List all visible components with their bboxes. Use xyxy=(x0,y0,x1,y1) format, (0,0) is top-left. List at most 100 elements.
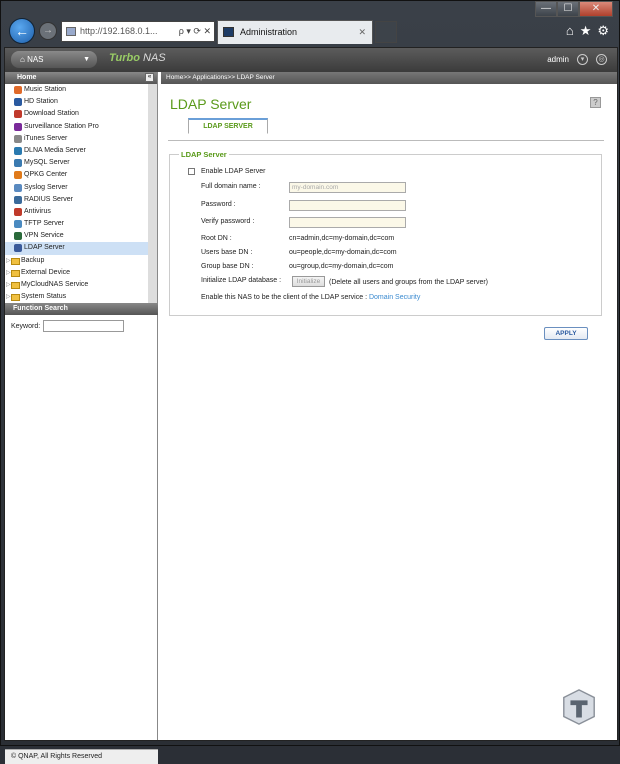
users-dn-label: Users base DN : xyxy=(201,249,253,256)
verify-password-input[interactable] xyxy=(289,217,406,228)
sidebar-item-itunes-server[interactable]: iTunes Server xyxy=(5,133,148,145)
sidebar-item-label: Music Station xyxy=(24,86,67,93)
main-panel: Home>> Applications>> LDAP Server LDAP S… xyxy=(161,72,617,740)
sidebar-item-label: DLNA Media Server xyxy=(24,146,86,154)
app-icon xyxy=(14,98,22,107)
tab-close-icon[interactable]: ✕ xyxy=(358,21,366,43)
forward-button[interactable]: → xyxy=(39,22,57,40)
breadcrumb: Home>> Applications>> LDAP Server xyxy=(161,72,617,84)
app-icon xyxy=(14,122,22,131)
sidebar-item-hd-station[interactable]: HD Station xyxy=(5,96,148,108)
sidebar-item-ldap-server[interactable]: LDAP Server xyxy=(5,242,148,255)
sidebar-item-label: VPN Service xyxy=(24,232,64,240)
sidebar-folder-mycloudnas-service[interactable]: ▷ MyCloudNAS Service xyxy=(5,279,148,291)
sidebar-item-vpn-service[interactable]: VPN Service xyxy=(5,230,148,242)
sidebar-item-antivirus[interactable]: Antivirus xyxy=(5,206,148,218)
browser-tab-administration[interactable]: Administration ✕ xyxy=(217,20,373,44)
sidebar-header: Home « xyxy=(5,72,157,84)
app-list: Music Station HD Station Download Station S… xyxy=(5,84,148,255)
folder-label: External Device xyxy=(21,268,71,276)
folder-list: ▷ Backup ▷ External Device ▷ MyCloudNAS Servi… xyxy=(5,255,148,303)
logo-nas: NAS xyxy=(143,52,166,64)
back-button[interactable]: ← xyxy=(9,18,35,44)
ldap-client-row: Enable this NAS to be the client of the … xyxy=(201,294,420,301)
sidebar-item-label: TFTP Server xyxy=(24,220,64,228)
tab-ldap-server[interactable]: LDAP SERVER xyxy=(188,118,268,134)
folder-label: System Status xyxy=(21,293,67,301)
sidebar-item-label: LDAP Server xyxy=(24,244,65,252)
sidebar-item-label: Syslog Server xyxy=(24,183,68,191)
favorites-star-icon[interactable]: ★ xyxy=(580,23,598,38)
browser-window: — ☐ ✕ ← → http://192.168.0.1... ρ ▾ ⟳ ✕ … xyxy=(0,0,620,764)
sidebar-item-radius-server[interactable]: RADIUS Server xyxy=(5,194,148,206)
sidebar-folder-external-device[interactable]: ▷ External Device xyxy=(5,267,148,279)
home-icon[interactable]: ⌂ xyxy=(566,23,580,38)
enable-ldap-checkbox[interactable] xyxy=(188,168,195,175)
house-icon: ⌂ xyxy=(20,55,28,64)
sidebar-folder-backup[interactable]: ▷ Backup xyxy=(5,255,148,267)
sidebar-item-label: QPKG Center xyxy=(24,171,68,179)
collapse-icon[interactable]: « xyxy=(145,73,154,82)
tools-gear-icon[interactable]: ⚙ xyxy=(597,23,615,38)
address-text: http://192.168.0.1... xyxy=(80,26,158,36)
sidebar-item-download-station[interactable]: Download Station xyxy=(5,108,148,120)
sidebar-item-dlna-media-server[interactable]: DLNA Media Server xyxy=(5,145,148,157)
root-dn-label: Root DN : xyxy=(201,235,232,242)
expand-arrow-icon[interactable]: ▷ xyxy=(6,267,11,279)
sidebar-item-label: MySQL Server xyxy=(24,159,70,167)
domain-security-link[interactable]: Domain Security xyxy=(369,294,420,301)
header-user-area: admin ▾ ◎ xyxy=(547,54,607,65)
sidebar-item-music-station[interactable]: Music Station xyxy=(5,84,148,96)
password-input[interactable] xyxy=(289,200,406,211)
folder-icon xyxy=(11,269,20,277)
root-dn-value: cn=admin,dc=my-domain,dc=com xyxy=(289,235,395,242)
sidebar: Home « Music Station HD Station Download S… xyxy=(5,72,158,764)
expand-arrow-icon[interactable]: ▷ xyxy=(6,255,11,267)
users-dn-value: ou=people,dc=my-domain,dc=com xyxy=(289,249,397,256)
sidebar-item-label: RADIUS Server xyxy=(24,195,74,203)
tab-title: Administration xyxy=(240,27,298,37)
apply-button[interactable]: APPLY xyxy=(544,327,588,340)
app-icon xyxy=(14,86,22,94)
folder-label: Backup xyxy=(21,256,45,264)
turbo-nas-logo: Turbo NAS xyxy=(109,52,166,64)
qnap-favicon-icon xyxy=(223,27,234,37)
sidebar-item-surveillance-station-pro[interactable]: Surveillance Station Pro xyxy=(5,121,148,133)
app-icon xyxy=(14,232,22,241)
sidebar-folder-system-status[interactable]: ▷ System Status xyxy=(5,291,148,303)
globe-icon[interactable]: ◎ xyxy=(596,54,607,65)
sidebar-item-label: Download Station xyxy=(24,110,79,118)
verify-password-label: Verify password : xyxy=(201,218,255,225)
username: admin xyxy=(547,55,569,64)
full-domain-label: Full domain name : xyxy=(201,183,261,190)
init-note: (Delete all users and groups from the LD… xyxy=(329,279,488,286)
sidebar-item-qpkg-center[interactable]: QPKG Center xyxy=(5,169,148,181)
sidebar-item-mysql-server[interactable]: MySQL Server xyxy=(5,157,148,169)
address-bar[interactable]: http://192.168.0.1... ρ ▾ ⟳ ✕ xyxy=(61,21,215,42)
tweaktown-watermark-logo xyxy=(563,689,595,725)
sidebar-title: Home xyxy=(17,74,37,81)
sidebar-scrollbar[interactable] xyxy=(148,84,157,303)
new-tab-button[interactable] xyxy=(375,21,397,43)
tab-strip: LDAP SERVER xyxy=(168,118,604,141)
app-icon xyxy=(14,244,22,253)
initialize-button[interactable]: Initialize xyxy=(292,276,325,287)
help-icon[interactable]: ? xyxy=(590,97,601,108)
app-icon xyxy=(14,171,22,180)
user-menu-icon[interactable]: ▾ xyxy=(577,54,588,65)
address-controls[interactable]: ρ ▾ ⟳ ✕ xyxy=(179,22,211,41)
enable-ldap-label: Enable LDAP Server xyxy=(201,168,266,175)
sidebar-item-syslog-server[interactable]: Syslog Server xyxy=(5,182,148,194)
expand-arrow-icon[interactable]: ▷ xyxy=(6,279,11,291)
app-icon xyxy=(14,134,22,143)
nas-menu-button[interactable]: ⌂ NAS ▼ xyxy=(11,51,97,68)
page-content: ⌂ NAS ▼ Turbo NAS admin ▾ ◎ Home « Music… xyxy=(4,47,618,764)
app-icon xyxy=(14,110,22,119)
page-icon xyxy=(66,27,76,36)
keyword-input[interactable] xyxy=(43,320,124,332)
full-domain-input[interactable]: my-domain.com xyxy=(289,182,406,193)
back-arrow-icon: ← xyxy=(15,23,29,39)
keyword-label: Keyword: xyxy=(11,323,41,330)
expand-arrow-icon[interactable]: ▷ xyxy=(6,291,11,303)
sidebar-item-tftp-server[interactable]: TFTP Server xyxy=(5,218,148,230)
